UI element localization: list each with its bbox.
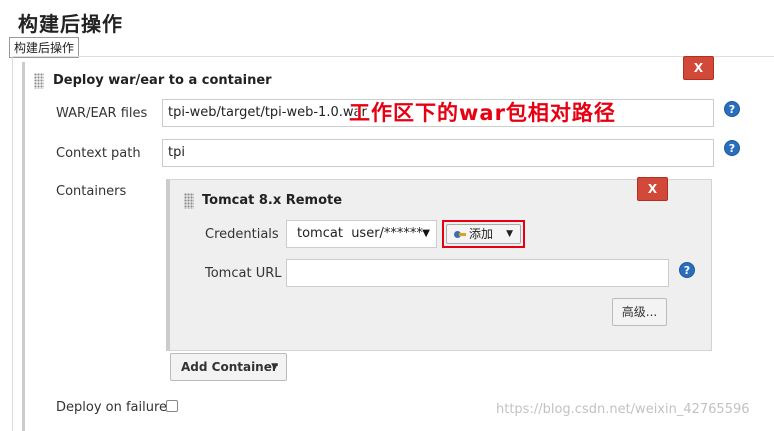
key-icon — [454, 230, 466, 239]
advanced-button[interactable]: 高级... — [612, 298, 667, 326]
credentials-selected-value: tomcat user/****** — [297, 226, 423, 241]
add-container-label: Add Container — [181, 360, 278, 374]
add-button-highlight: 添加 ▼ — [442, 220, 525, 248]
help-icon[interactable]: ? — [679, 262, 695, 278]
watermark: https://blog.csdn.net/weixin_42765596 — [496, 402, 750, 417]
help-icon[interactable]: ? — [724, 101, 740, 117]
deploy-on-failure-checkbox[interactable] — [166, 400, 178, 412]
deploy-on-failure-label: Deploy on failure — [56, 400, 168, 415]
context-path-label: Context path — [56, 146, 141, 161]
tomcat-url-label: Tomcat URL — [205, 266, 282, 281]
war-files-label: WAR/EAR files — [56, 106, 148, 121]
drag-handle-icon[interactable] — [184, 193, 194, 209]
containers-label: Containers — [56, 184, 127, 199]
credentials-label: Credentials — [205, 227, 279, 242]
caret-down-icon: ▼ — [506, 229, 513, 239]
tooltip: 构建后操作 — [9, 37, 80, 58]
add-credentials-button[interactable]: 添加 ▼ — [446, 224, 521, 244]
delete-container-button[interactable]: X — [637, 177, 668, 201]
drag-handle-icon[interactable] — [34, 73, 44, 89]
add-container-button[interactable]: Add Container ▼ — [170, 353, 287, 381]
deploy-section-title: Deploy war/ear to a container — [53, 73, 272, 88]
help-icon[interactable]: ? — [724, 140, 740, 156]
caret-down-icon: ▼ — [422, 228, 430, 239]
annotation-text: 工作区下的war包相对路径 — [349, 101, 616, 125]
tomcat-url-input[interactable] — [286, 259, 669, 287]
caret-down-icon: ▼ — [271, 362, 278, 372]
context-path-input[interactable]: tpi — [162, 139, 714, 167]
page-title: 构建后操作 — [18, 12, 123, 36]
credentials-select[interactable]: tomcat user/****** ▼ — [286, 220, 437, 248]
delete-deploy-button[interactable]: X — [683, 56, 714, 80]
add-button-label: 添加 — [469, 227, 494, 241]
container-title: Tomcat 8.x Remote — [202, 193, 343, 208]
